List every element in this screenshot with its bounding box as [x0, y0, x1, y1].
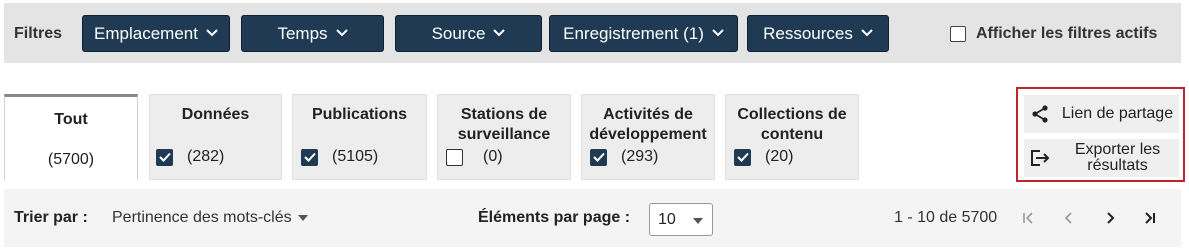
- tab-content-collections-title: Collections de contenu: [737, 106, 847, 143]
- share-export-panel: Lien de partage Exporter les résultats: [1016, 87, 1185, 182]
- tab-all-title: Tout: [54, 111, 88, 128]
- chevron-down-icon: [861, 28, 873, 37]
- next-page-button[interactable]: [1098, 206, 1122, 230]
- tab-monitoring-stations-title: Stations de surveillance: [457, 106, 551, 143]
- active-filters-toggle[interactable]: Afficher les filtres actifs: [950, 25, 1157, 43]
- tab-content-collections-checkbox[interactable]: [734, 148, 751, 166]
- filter-record-label: Enregistrement (1): [563, 23, 704, 43]
- active-filters-label: Afficher les filtres actifs: [976, 25, 1158, 42]
- chevron-down-icon: [712, 28, 724, 37]
- items-per-page-select[interactable]: 10: [649, 203, 713, 236]
- filter-resources-button[interactable]: Ressources: [747, 15, 889, 52]
- chevron-right-icon: [1107, 212, 1115, 224]
- sort-by-value: Pertinence des mots-clés: [112, 209, 292, 226]
- export-results-label: Exporter les résultats: [1074, 141, 1161, 174]
- last-page-icon: [1145, 212, 1155, 224]
- tab-monitoring-stations-count: (0): [483, 148, 503, 165]
- previous-page-button[interactable]: [1057, 206, 1081, 230]
- filter-source-label: Source: [431, 23, 486, 43]
- items-per-page-value: 10: [658, 210, 676, 228]
- filter-time-label: Temps: [277, 23, 328, 43]
- chevron-down-icon: [206, 28, 218, 37]
- filter-record-button[interactable]: Enregistrement (1): [549, 15, 738, 52]
- page-range: 1 - 10 de 5700: [894, 209, 998, 226]
- last-page-button[interactable]: [1138, 206, 1162, 230]
- tab-data-count: (282): [187, 148, 225, 165]
- filter-location-button[interactable]: Emplacement: [82, 15, 230, 52]
- export-icon: [1024, 148, 1056, 168]
- tab-publications-checkbox[interactable]: [301, 148, 318, 166]
- tab-all[interactable]: Tout (5700): [4, 94, 138, 180]
- chevron-down-icon: [335, 28, 348, 37]
- export-results-button[interactable]: Exporter les résultats: [1024, 139, 1179, 177]
- sort-by-label: Trier par :: [14, 209, 88, 226]
- tab-content-collections[interactable]: Collections de contenu (20): [725, 94, 859, 180]
- tab-development-activities-title: Activités de développement: [589, 106, 707, 143]
- tab-development-activities-count: (293): [621, 148, 659, 165]
- chevron-left-icon: [1064, 212, 1072, 224]
- first-page-icon: [1023, 212, 1033, 224]
- tab-data-title: Données: [181, 106, 250, 123]
- filters-label: Filtres: [14, 25, 63, 42]
- active-filters-checkbox[interactable]: [950, 26, 966, 42]
- tab-publications[interactable]: Publications (5105): [292, 94, 427, 180]
- tab-publications-title: Publications: [311, 106, 408, 123]
- items-per-page-label: Éléments par page :: [478, 209, 631, 226]
- filter-time-button[interactable]: Temps: [241, 15, 384, 52]
- filter-location-label: Emplacement: [94, 23, 198, 43]
- tab-development-activities-checkbox[interactable]: [590, 148, 607, 166]
- tab-data[interactable]: Données (282): [149, 94, 282, 180]
- filter-resources-label: Ressources: [763, 23, 853, 43]
- tab-monitoring-stations-checkbox[interactable]: [446, 148, 463, 166]
- caret-down-icon: [297, 215, 308, 221]
- tab-content-collections-count: (20): [765, 148, 794, 165]
- filter-bar: Filtres Emplacement Temps Source Enregis…: [4, 3, 1181, 63]
- share-icon: [1024, 104, 1056, 124]
- tab-all-count: (5700): [47, 151, 95, 168]
- sort-by-dropdown[interactable]: Pertinence des mots-clés: [112, 209, 308, 227]
- tab-development-activities[interactable]: Activités de développement (293): [581, 94, 715, 180]
- share-link-button[interactable]: Lien de partage: [1024, 95, 1179, 133]
- filter-source-button[interactable]: Source: [395, 15, 542, 52]
- tab-monitoring-stations[interactable]: Stations de surveillance (0): [437, 94, 571, 180]
- first-page-button[interactable]: [1016, 206, 1040, 230]
- chevron-down-icon: [493, 28, 506, 37]
- share-link-label: Lien de partage: [1061, 105, 1174, 122]
- tab-data-checkbox[interactable]: [156, 148, 173, 166]
- sort-bar: Trier par : Pertinence des mots-clés Élé…: [4, 189, 1181, 247]
- tab-publications-count: (5105): [332, 148, 379, 165]
- caret-down-icon: [693, 218, 703, 224]
